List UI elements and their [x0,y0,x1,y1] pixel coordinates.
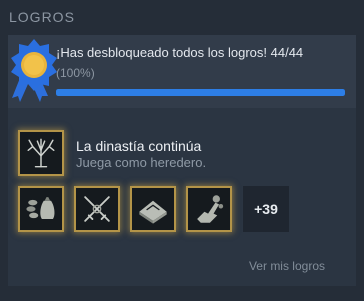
crossed-swords-achievement-icon[interactable] [74,186,120,232]
hand-achievement-icon[interactable] [186,186,232,232]
more-achievements-count[interactable]: +39 [243,186,289,232]
ribbon-badge-icon [10,38,58,110]
section-title: LOGROS [9,9,75,25]
progress-fill [56,89,345,96]
coin-purse-achievement-icon[interactable] [18,186,64,232]
featured-achievement-description: Juega como heredero. [76,155,207,170]
tree-achievement-icon[interactable] [18,130,64,176]
featured-achievement-title: La dinastía continúa [76,138,202,154]
unlock-summary-title: ¡Has desbloqueado todos los logros! 44/4… [56,45,304,60]
unlock-percent: (100%) [56,66,95,80]
book-achievement-icon[interactable] [130,186,176,232]
achievement-summary-card: ¡Has desbloqueado todos los logros! 44/4… [8,35,356,108]
achievement-progress-bar [56,89,345,96]
achievement-details-card: La dinastía continúa Juega como heredero… [8,108,356,286]
view-my-achievements-link[interactable]: Ver mis logros [249,259,325,273]
